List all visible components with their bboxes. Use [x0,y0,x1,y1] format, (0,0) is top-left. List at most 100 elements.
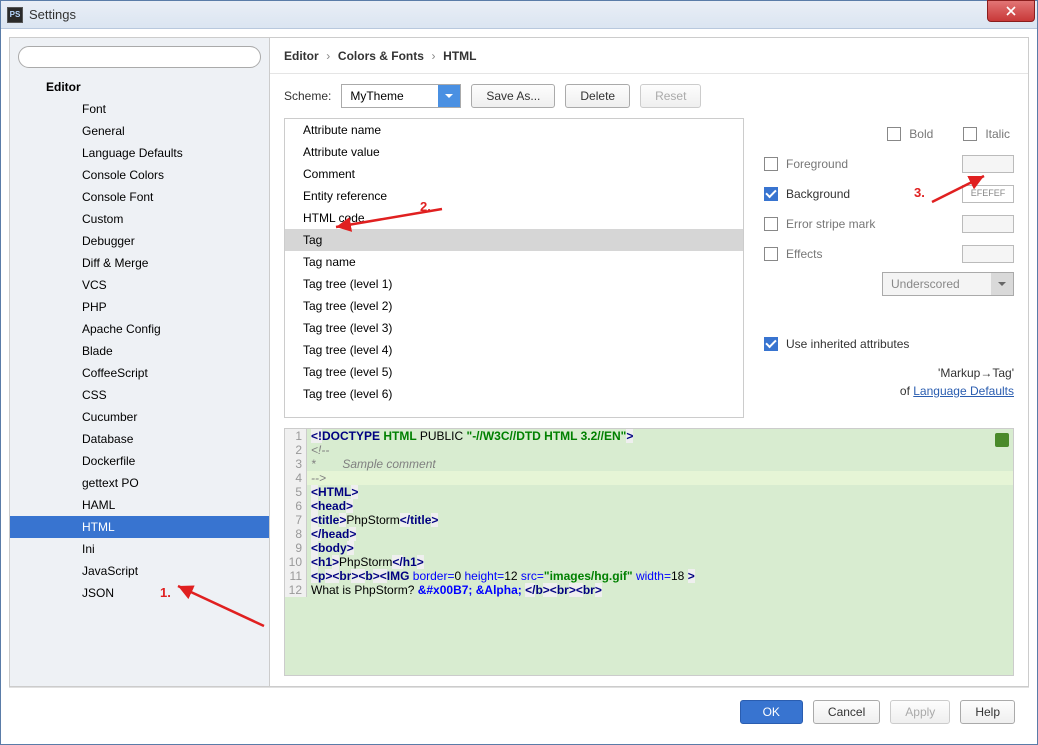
tree-item[interactable]: Dockerfile [10,450,269,472]
options-panel: Bold Italic Foreground [764,118,1014,418]
breadcrumb-b[interactable]: Colors & Fonts [338,49,424,63]
reset-button[interactable]: Reset [640,84,701,108]
app-icon: PS [7,7,23,23]
attr-list-item[interactable]: Tag tree (level 5) [285,361,743,383]
tree-item[interactable]: Blade [10,340,269,362]
effects-swatch[interactable] [962,245,1014,263]
tree-item[interactable]: CSS [10,384,269,406]
ok-button[interactable]: OK [740,700,803,724]
tree-item[interactable]: Ini [10,538,269,560]
error-stripe-swatch[interactable] [962,215,1014,233]
tree-item[interactable]: VCS [10,274,269,296]
foreground-swatch[interactable] [962,155,1014,173]
tree-item[interactable]: CoffeeScript [10,362,269,384]
code-line: 8</head> [285,527,1013,541]
code-content: <p><br><b><IMG border=0 height=12 src="i… [307,569,1013,583]
code-content: * Sample comment [307,457,1013,471]
tree-item[interactable]: JavaScript [10,560,269,582]
scheme-value[interactable] [342,85,438,107]
tree-item[interactable]: HTML [10,516,269,538]
effects-type-select[interactable]: Underscored [882,272,1014,296]
code-line: 4--> [285,471,1013,485]
language-defaults-link[interactable]: Language Defaults [913,384,1014,398]
error-stripe-label: Error stripe mark [786,217,962,231]
tree-item[interactable]: gettext PO [10,472,269,494]
tree-item[interactable]: Apache Config [10,318,269,340]
code-content: <body> [307,541,1013,555]
foreground-checkbox[interactable] [764,157,778,171]
attr-list-item[interactable]: Entity reference [285,185,743,207]
tree-item[interactable]: Custom [10,208,269,230]
tree-item[interactable]: HAML [10,494,269,516]
tree-item[interactable]: Cucumber [10,406,269,428]
italic-checkbox[interactable] [963,127,977,141]
code-content: <!DOCTYPE HTML PUBLIC "-//W3C//DTD HTML … [307,429,1013,443]
code-content: --> [307,471,1013,485]
tree-item[interactable]: Database [10,428,269,450]
search-input[interactable] [18,46,261,68]
close-button[interactable] [987,0,1035,22]
attr-list-item[interactable]: HTML code [285,207,743,229]
tree-item[interactable]: Console Font [10,186,269,208]
attr-list-item[interactable]: Tag tree (level 3) [285,317,743,339]
attr-list-item[interactable]: Tag tree (level 6) [285,383,743,405]
error-stripe-checkbox[interactable] [764,217,778,231]
code-preview[interactable]: 1<!DOCTYPE HTML PUBLIC "-//W3C//DTD HTML… [284,428,1014,676]
code-content: <HTML> [307,485,1013,499]
breadcrumb-a[interactable]: Editor [284,49,319,63]
line-number: 5 [285,485,307,499]
code-line: 12What is PhpStorm? &#x00B7; &Alpha; </b… [285,583,1013,597]
delete-button[interactable]: Delete [565,84,630,108]
tree-item-editor[interactable]: Editor [10,76,269,98]
apply-button[interactable]: Apply [890,700,950,724]
scheme-label: Scheme: [284,89,331,103]
chevron-down-icon[interactable] [438,85,460,107]
tree-item[interactable]: PHP [10,296,269,318]
code-line: 3* Sample comment [285,457,1013,471]
tree-item[interactable]: Font [10,98,269,120]
tree-item[interactable]: Language Defaults [10,142,269,164]
attr-list-item[interactable]: Attribute name [285,119,743,141]
line-number: 9 [285,541,307,555]
window-title: Settings [29,7,76,22]
use-inherited-checkbox[interactable] [764,337,778,351]
effects-checkbox[interactable] [764,247,778,261]
cancel-button[interactable]: Cancel [813,700,880,724]
tree-item[interactable]: Debugger [10,230,269,252]
tree-item[interactable]: Diff & Merge [10,252,269,274]
code-content: <head> [307,499,1013,513]
attr-list-item[interactable]: Tag name [285,251,743,273]
settings-tree[interactable]: Editor FontGeneralLanguage DefaultsConso… [10,76,269,686]
breadcrumb-c: HTML [443,49,476,63]
background-color-input[interactable]: EFEFEF [962,185,1014,203]
inherit-text: 'Markup→Tag' of Language Defaults [764,364,1014,400]
background-label: Background [786,187,962,201]
save-as-button[interactable]: Save As... [471,84,555,108]
code-line: 5<HTML> [285,485,1013,499]
opt-row-use-inherited: Use inherited attributes [764,334,1014,354]
chevron-down-icon[interactable] [991,273,1013,295]
attr-list-item[interactable]: Tag tree (level 1) [285,273,743,295]
tree-item[interactable]: JSON [10,582,269,604]
scheme-select[interactable] [341,84,461,108]
attr-list-item[interactable]: Tag tree (level 4) [285,339,743,361]
attr-list-item[interactable]: Tag [285,229,743,251]
bold-label: Bold [909,127,933,141]
tree-item[interactable]: General [10,120,269,142]
tree-item[interactable]: Console Colors [10,164,269,186]
breadcrumb-sep: › [322,49,334,63]
settings-window: PS Settings Editor FontGeneralLanguage D… [0,0,1038,745]
line-number: 12 [285,583,307,597]
help-button[interactable]: Help [960,700,1015,724]
titlebar: PS Settings [1,1,1037,29]
attr-list-item[interactable]: Attribute value [285,141,743,163]
close-icon [1006,6,1016,16]
foreground-label: Foreground [786,157,962,171]
background-checkbox[interactable] [764,187,778,201]
code-content: <!-- [307,443,1013,457]
bold-checkbox[interactable] [887,127,901,141]
opt-row-background: Background EFEFEF [764,184,1014,204]
attribute-list[interactable]: Attribute nameAttribute valueCommentEnti… [284,118,744,418]
attr-list-item[interactable]: Comment [285,163,743,185]
attr-list-item[interactable]: Tag tree (level 2) [285,295,743,317]
